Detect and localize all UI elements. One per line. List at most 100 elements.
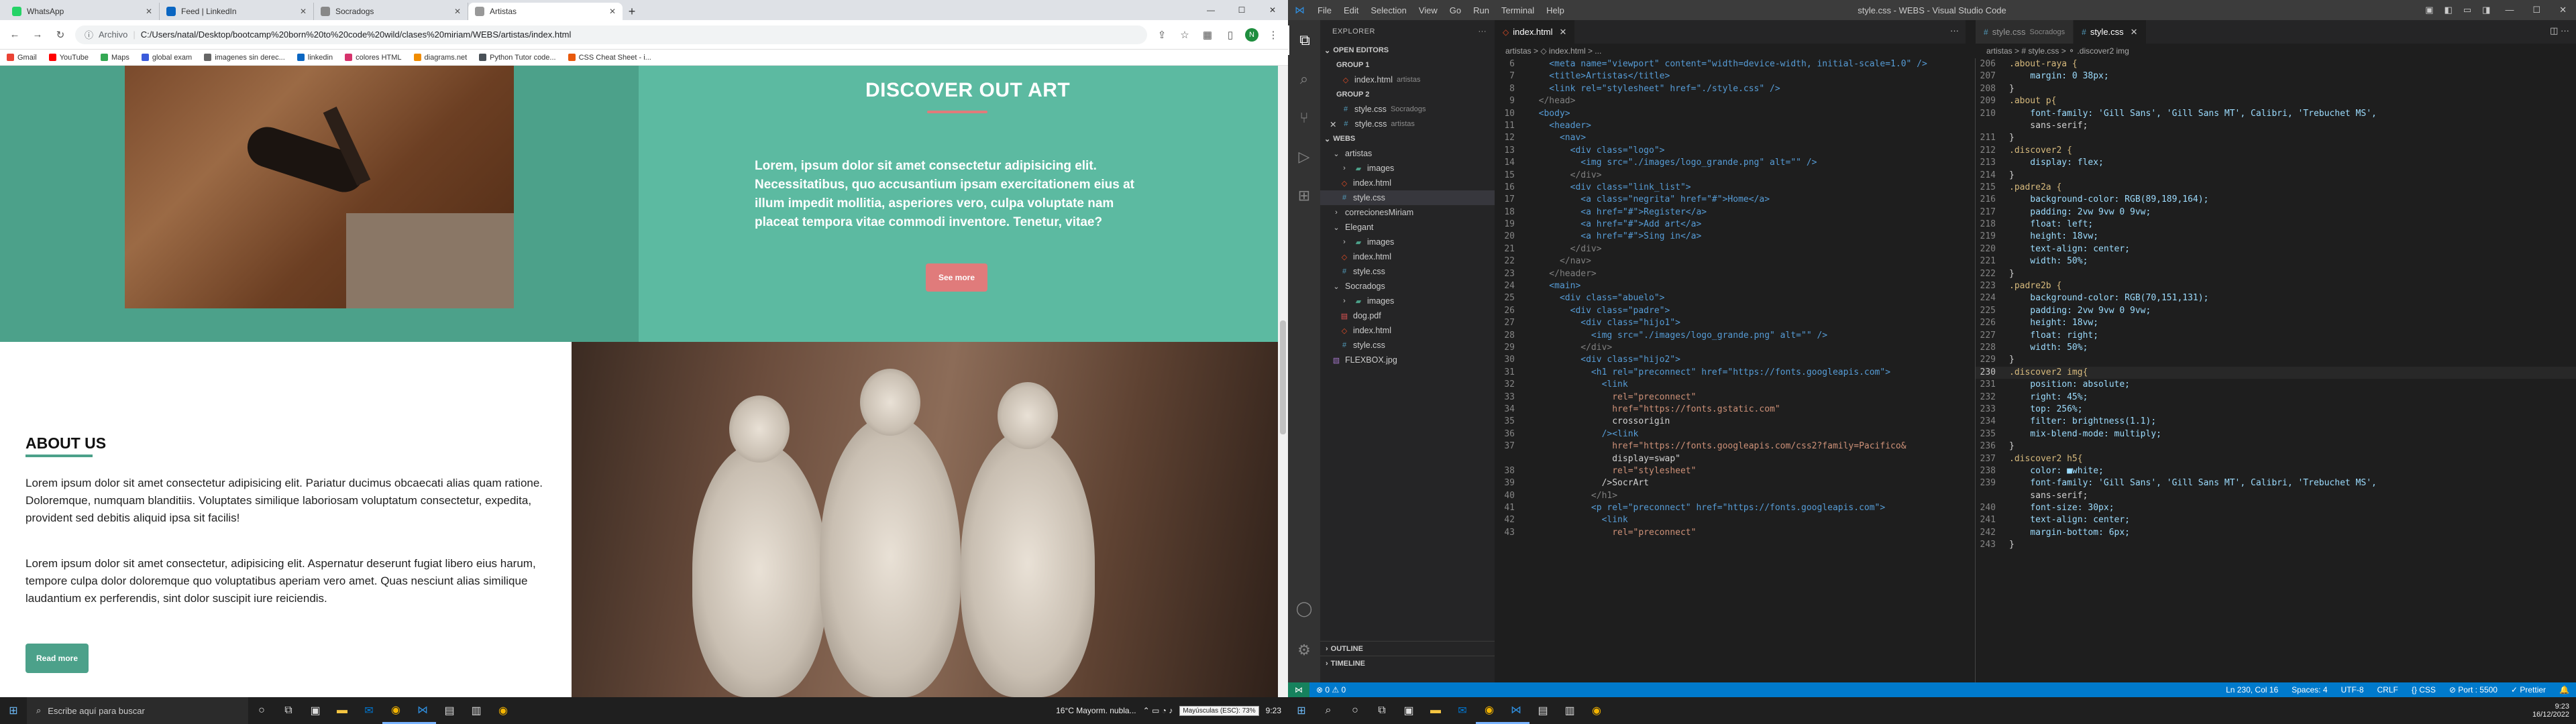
sidepanel-icon[interactable]: ▯ [1222, 29, 1238, 41]
extensions-icon[interactable]: ⊞ [1288, 181, 1320, 210]
bookmark-item[interactable]: imagenes sin derec... [204, 54, 285, 62]
taskbar-app-icon[interactable]: ▣ [302, 697, 329, 724]
chrome-icon[interactable]: ◉ [1476, 697, 1503, 724]
clock-date[interactable]: 16/12/2022 [2532, 711, 2569, 719]
tree-item[interactable]: › ▰ images [1320, 161, 1495, 176]
url-bar[interactable]: ⓘ Archivo | C:/Users/natal/Desktop/bootc… [75, 25, 1147, 44]
close-tab-icon[interactable]: ✕ [2131, 27, 2138, 38]
search-icon[interactable]: ⌕ [1315, 697, 1342, 724]
tree-item[interactable]: ⌄ Socradogs [1320, 279, 1495, 294]
outline-panel-header[interactable]: › OUTLINE [1320, 641, 1495, 656]
code-area-2[interactable]: 206 .about-raya {207 margin: 0 38px; 208} 2… [1976, 58, 2576, 552]
timeline-panel-header[interactable]: › TIMELINE [1320, 656, 1495, 670]
bookmark-item[interactable]: diagrams.net [413, 54, 467, 62]
taskbar-app-icon[interactable]: ▥ [1556, 697, 1583, 724]
file-explorer-icon[interactable]: ▬ [329, 697, 356, 724]
browser-tab[interactable]: Artistas ✕ [468, 3, 623, 20]
close-tab-icon[interactable]: ✕ [146, 7, 152, 16]
tree-item[interactable]: ◇ index.html [1320, 323, 1495, 338]
profile-avatar[interactable]: N [1245, 27, 1258, 42]
taskbar-app-icon[interactable]: ▤ [1529, 697, 1556, 724]
task-view-icon[interactable]: ⧉ [275, 697, 302, 724]
minimize-icon[interactable]: — [2496, 5, 2523, 15]
status-item[interactable]: ⊘ Port : 5500 [2443, 685, 2504, 695]
see-more-button[interactable]: See more [926, 263, 987, 292]
tree-item[interactable]: ▤ dog.pdf [1320, 308, 1495, 323]
run-debug-icon[interactable]: ▷ [1288, 142, 1320, 172]
bookmark-item[interactable]: Python Tutor code... [479, 54, 556, 62]
cortana-icon[interactable]: ○ [1342, 697, 1368, 724]
page-scrollbar[interactable] [1278, 66, 1288, 697]
open-editor-item[interactable]: ◇ index.html artistas [1320, 72, 1495, 87]
weather-widget[interactable]: 16°C Mayorm. nubla... [1056, 706, 1136, 715]
tree-item[interactable]: ◇ index.html [1320, 176, 1495, 190]
tree-item[interactable]: › ▰ images [1320, 294, 1495, 308]
tree-item[interactable]: ⌄ artistas [1320, 146, 1495, 161]
scrollbar-thumb[interactable] [1280, 320, 1286, 434]
taskbar-app-icon[interactable]: ✉ [356, 697, 382, 724]
menu-item[interactable]: View [1413, 5, 1444, 15]
maximize-icon[interactable]: ☐ [1226, 0, 1257, 20]
bookmark-item[interactable]: CSS Cheat Sheet - i... [568, 54, 651, 62]
new-tab-button[interactable]: + [623, 3, 641, 20]
chrome-icon[interactable]: ◉ [490, 697, 517, 724]
bookmark-item[interactable]: Gmail [7, 54, 37, 62]
tree-item[interactable]: › correcionesMiriam [1320, 205, 1495, 220]
vscode-icon[interactable]: ⋈ [1503, 697, 1529, 724]
status-item[interactable]: Ln 230, Col 16 [2219, 685, 2285, 695]
menu-item[interactable]: Run [1467, 5, 1495, 15]
menu-item[interactable]: Go [1444, 5, 1467, 15]
status-item[interactable]: Spaces: 4 [2285, 685, 2334, 695]
status-item[interactable]: ✓ Prettier [2504, 685, 2553, 695]
tree-item[interactable]: ▧ FLEXBOX.jpg [1320, 353, 1495, 367]
menu-item[interactable]: Terminal [1495, 5, 1540, 15]
tree-item[interactable]: ⌄ Elegant [1320, 220, 1495, 235]
bookmark-item[interactable]: global exam [141, 54, 192, 62]
maximize-icon[interactable]: ☐ [2523, 5, 2550, 15]
bookmark-item[interactable]: Maps [100, 54, 129, 62]
remote-indicator[interactable]: ⋈ [1288, 682, 1309, 697]
layout-toggle-icon[interactable]: ◨ [2477, 5, 2496, 15]
tab-style-css-artistas[interactable]: # style.css ✕ [2074, 20, 2147, 44]
status-item[interactable]: 🔔 [2553, 685, 2576, 695]
menu-item[interactable]: Selection [1364, 5, 1412, 15]
close-tab-icon[interactable]: ✕ [609, 7, 616, 16]
bookmark-item[interactable]: YouTube [48, 54, 89, 62]
layout-toggle-icon[interactable]: ▣ [2420, 5, 2438, 15]
windows-start-icon[interactable]: ⊞ [1288, 697, 1315, 724]
browser-tab[interactable]: Socradogs ✕ [314, 3, 468, 20]
task-view-icon[interactable]: ⧉ [1368, 697, 1395, 724]
status-item[interactable]: {} CSS [2405, 685, 2443, 695]
browser-tab[interactable]: WhatsApp ✕ [5, 3, 160, 20]
taskbar-app-icon[interactable]: ✉ [1449, 697, 1476, 724]
status-item[interactable]: CRLF [2371, 685, 2405, 695]
tree-item[interactable]: › ▰ images [1320, 235, 1495, 249]
close-editor-icon[interactable]: ✕ [1330, 119, 1336, 129]
cortana-icon[interactable]: ○ [248, 697, 275, 724]
share-icon[interactable]: ⇪ [1154, 29, 1170, 41]
bookmark-star-icon[interactable]: ☆ [1177, 29, 1193, 41]
close-icon[interactable]: ✕ [2550, 5, 2576, 15]
close-tab-icon[interactable]: ✕ [1559, 27, 1566, 38]
code-area-1[interactable]: 6 <meta name="viewport" content="width=d… [1495, 58, 1966, 539]
vscode-icon[interactable]: ⋈ [409, 697, 436, 724]
close-icon[interactable]: ✕ [1257, 0, 1288, 20]
tab-style-css-socradogs[interactable]: # style.css Socradogs [1976, 20, 2074, 44]
windows-start-icon[interactable]: ⊞ [0, 697, 27, 724]
status-problems[interactable]: ⊗ 0 ⚠ 0 [1309, 685, 1352, 695]
search-icon[interactable]: ⌕ [1288, 64, 1320, 94]
menu-item[interactable]: Edit [1338, 5, 1364, 15]
reload-icon[interactable]: ↻ [52, 29, 68, 41]
split-editor-icon[interactable]: ◫ ··· [2543, 20, 2576, 44]
menu-item[interactable]: File [1311, 5, 1338, 15]
layout-toggle-icon[interactable]: ▭ [2458, 5, 2477, 15]
tab-index-html[interactable]: ◇ index.html ✕ [1495, 20, 1576, 44]
layout-toggle-icon[interactable]: ◧ [2439, 5, 2458, 15]
taskbar-search[interactable]: ⌕ Escribe aquí para buscar [27, 697, 248, 724]
source-control-icon[interactable]: ⑂ [1288, 103, 1320, 133]
settings-gear-icon[interactable]: ⚙ [1288, 636, 1320, 665]
taskbar-app-icon[interactable]: ▤ [436, 697, 463, 724]
clock-time[interactable]: 9:23 [2555, 703, 2569, 711]
bookmark-item[interactable]: linkedin [297, 54, 333, 62]
open-editor-item[interactable]: # style.css Socradogs [1320, 102, 1495, 117]
